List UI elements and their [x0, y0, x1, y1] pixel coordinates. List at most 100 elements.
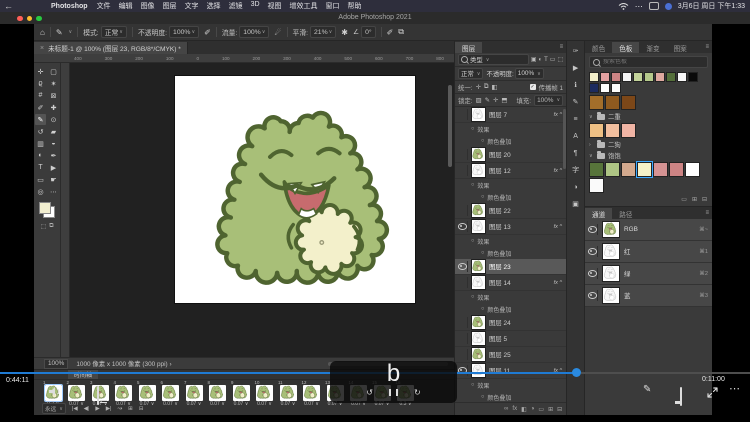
- frame-tool[interactable]: ⊠: [48, 90, 59, 101]
- swatch[interactable]: [685, 162, 700, 177]
- unify-visibility-icon[interactable]: ⧉: [484, 83, 489, 91]
- play-button[interactable]: ▶: [95, 406, 99, 412]
- swatch[interactable]: [605, 95, 620, 110]
- marquee-tool[interactable]: ▢: [48, 66, 59, 77]
- layer-effects-header[interactable]: ○效果: [455, 379, 566, 391]
- swatch[interactable]: [589, 95, 604, 110]
- link-layers-icon[interactable]: ∞: [504, 406, 508, 412]
- effect-eye-icon[interactable]: ○: [471, 182, 474, 188]
- channel-row-红[interactable]: 红⌘1: [585, 241, 712, 263]
- swatch[interactable]: [621, 162, 636, 177]
- canvas-area[interactable]: [70, 63, 454, 357]
- layer-visibility-toggle[interactable]: [457, 261, 468, 272]
- adjustments-panel-icon[interactable]: ◑: [569, 181, 582, 193]
- smoothing-gear-icon[interactable]: ✱: [341, 28, 348, 37]
- effect-eye-icon[interactable]: ○: [471, 238, 474, 244]
- effect-eye-icon[interactable]: ○: [481, 306, 484, 312]
- paragraph-panel-icon[interactable]: ¶: [569, 147, 582, 159]
- glyphs-panel-icon[interactable]: 字: [569, 164, 582, 176]
- player-back-button[interactable]: ←: [4, 1, 13, 11]
- layer-visibility-toggle[interactable]: [457, 109, 468, 120]
- swatch[interactable]: [600, 83, 610, 93]
- layer-style-icon[interactable]: fx: [512, 406, 517, 412]
- menu-item-增效工具[interactable]: 增效工具: [290, 1, 318, 11]
- clone-stamp-tool[interactable]: ⊙: [48, 114, 59, 125]
- layers-tab[interactable]: 图层: [455, 42, 482, 53]
- actions-panel-icon[interactable]: ▶: [569, 62, 582, 74]
- layer-row[interactable]: 图层 12fx ^: [455, 163, 566, 179]
- panel-menu-icon[interactable]: ≡: [705, 44, 709, 50]
- quick-mask-icon[interactable]: ⬚: [41, 223, 47, 230]
- shape-tool[interactable]: ▭: [35, 174, 46, 185]
- layer-effect-item[interactable]: ○颜色叠加: [455, 135, 566, 147]
- effect-eye-icon[interactable]: ○: [471, 126, 474, 132]
- menu-item-选择[interactable]: 选择: [207, 1, 221, 11]
- duplicate-frame-button[interactable]: ⊞: [128, 406, 133, 412]
- menu-item-编辑[interactable]: 编辑: [119, 1, 133, 11]
- lock-transparent-icon[interactable]: ▨: [476, 96, 482, 104]
- tween-button[interactable]: ↝: [117, 406, 122, 412]
- swatch[interactable]: [589, 83, 599, 93]
- layer-effect-item[interactable]: ○颜色叠加: [455, 191, 566, 203]
- menu-app-name[interactable]: Photoshop: [51, 3, 88, 10]
- foreground-color-swatch[interactable]: [39, 202, 51, 214]
- frame-delay[interactable]: 0.07 ∨: [234, 401, 249, 407]
- effect-eye-icon[interactable]: ○: [481, 194, 484, 200]
- filter-adjustment-icon[interactable]: ◐: [538, 57, 542, 63]
- layer-row[interactable]: 图层 11fx ^: [455, 363, 566, 379]
- swatch[interactable]: [688, 72, 698, 82]
- lock-pixels-icon[interactable]: ✎: [485, 96, 490, 104]
- swatch[interactable]: [600, 72, 610, 82]
- filter-shape-icon[interactable]: ▭: [550, 56, 556, 63]
- effect-eye-icon[interactable]: ○: [481, 138, 484, 144]
- panel-menu-icon[interactable]: ≡: [560, 44, 564, 50]
- new-swatch-icon[interactable]: ⊞: [692, 196, 697, 203]
- layer-visibility-toggle[interactable]: [457, 365, 468, 376]
- fullscreen-icon[interactable]: [707, 387, 718, 398]
- delete-layer-icon[interactable]: ⊟: [557, 406, 562, 413]
- timeline-frame[interactable]: 60.07 ∨: [160, 381, 182, 407]
- timeline-frame[interactable]: 120.07 ∨: [301, 381, 323, 407]
- airbrush-icon[interactable]: ☄: [274, 28, 281, 37]
- blend-mode-option[interactable]: 模式: 正常∨: [83, 26, 127, 38]
- prev-frame-button[interactable]: ◀|: [84, 406, 90, 412]
- adjustment-layer-icon[interactable]: ◑: [531, 406, 535, 412]
- layer-row[interactable]: 图层 7fx ^: [455, 107, 566, 123]
- pen-tool[interactable]: ✒: [48, 150, 59, 161]
- layer-filter-type[interactable]: 类型∨: [458, 54, 529, 65]
- layer-visibility-toggle[interactable]: [457, 221, 468, 232]
- layer-row[interactable]: 图层 24: [455, 315, 566, 331]
- color-swatch-control[interactable]: [39, 202, 55, 218]
- home-icon[interactable]: ⌂: [40, 28, 45, 37]
- filter-smart-icon[interactable]: ⬚: [557, 56, 563, 63]
- swatch[interactable]: [653, 162, 668, 177]
- filter-type-icon[interactable]: T: [544, 57, 548, 63]
- frame-delay[interactable]: 0.07 ∨: [187, 401, 202, 407]
- smoothing-option[interactable]: 平滑: 21%∨: [293, 26, 337, 38]
- channel-visibility-toggle[interactable]: [587, 290, 598, 301]
- player-more-icon[interactable]: ⋯: [729, 382, 740, 395]
- tab-路径[interactable]: 路径: [612, 208, 639, 219]
- timeline-frame[interactable]: 110.07 ∨: [277, 381, 299, 407]
- layer-fill[interactable]: 100%∨: [534, 95, 563, 106]
- layer-fx-badge[interactable]: fx ^: [554, 280, 563, 286]
- tab-色板[interactable]: 色板: [612, 42, 639, 53]
- loop-selector[interactable]: 永远∨: [42, 403, 66, 414]
- eyedropper-tool[interactable]: ✐: [35, 102, 46, 113]
- layer-blend-mode[interactable]: 正常∨: [458, 68, 483, 79]
- layer-row[interactable]: 图层 13fx ^: [455, 219, 566, 235]
- layer-row[interactable]: 图层 5: [455, 331, 566, 347]
- panel-menu-icon[interactable]: ≡: [705, 210, 709, 216]
- opacity-option[interactable]: 不透明度: 100%∨: [138, 26, 199, 38]
- frame-delay[interactable]: 0.07 ∨: [163, 401, 178, 407]
- swatch[interactable]: [666, 72, 676, 82]
- zoom-tool[interactable]: ◎: [35, 186, 46, 197]
- info-panel-icon[interactable]: ℹ: [569, 79, 582, 91]
- pressure-opacity-icon[interactable]: ✐: [204, 28, 211, 37]
- dodge-tool[interactable]: ◐: [35, 150, 46, 161]
- swatch-search[interactable]: [589, 56, 708, 68]
- swatch[interactable]: [669, 162, 684, 177]
- menu-item-窗口[interactable]: 窗口: [326, 1, 340, 11]
- symmetry-icon[interactable]: ⧉: [398, 27, 404, 37]
- subtitles-icon[interactable]: [97, 386, 99, 405]
